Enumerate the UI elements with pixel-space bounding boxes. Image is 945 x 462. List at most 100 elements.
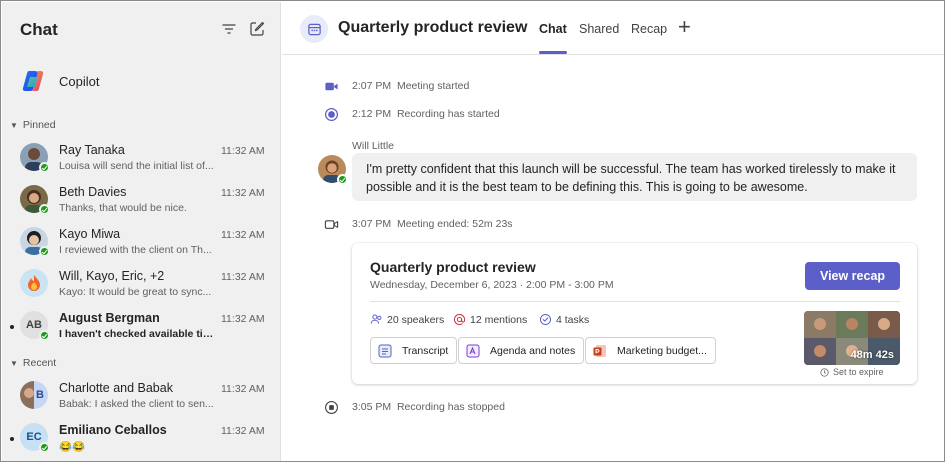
divider <box>370 301 900 302</box>
chat-item-time: 11:32 AM <box>221 187 265 199</box>
video-camera-icon <box>322 77 340 95</box>
message-bubble[interactable]: I'm pretty confident that this launch wi… <box>352 153 917 201</box>
message-line: I'm pretty confident that this launch wi… <box>366 162 896 176</box>
recap-title: Quarterly product review <box>370 259 536 275</box>
transcript-chip[interactable]: Transcript <box>370 337 458 364</box>
avatar <box>20 227 50 257</box>
presence-available-icon <box>39 330 50 341</box>
chat-item-name: Kayo Miwa <box>59 227 121 241</box>
task-check-icon <box>539 313 552 326</box>
meeting-header: Quarterly product review Chat Shared Rec… <box>282 2 944 55</box>
message-line: possible and it is the best team to be d… <box>366 180 808 194</box>
chat-item-name: Will, Kayo, Eric, +2 <box>59 269 165 283</box>
agenda-notes-chip[interactable]: Agenda and notes <box>458 337 585 364</box>
clock-icon <box>820 367 829 377</box>
chat-item-group[interactable]: Will, Kayo, Eric, +2 Kayo: It would be g… <box>2 265 281 307</box>
video-camera-outline-icon <box>322 215 340 233</box>
chat-item-preview: I reviewed with the client on Th... <box>59 244 212 256</box>
copilot-label: Copilot <box>59 74 100 89</box>
recording-thumbnail[interactable]: 48m 42s <box>804 311 900 365</box>
people-icon <box>370 314 382 324</box>
chat-item-august-bergman[interactable]: AB August Bergman I haven't checked avai… <box>2 307 281 349</box>
chat-item-preview: Louisa will send the initial list of... <box>59 160 214 172</box>
presence-available-icon <box>39 162 50 173</box>
recording-duration: 48m 42s <box>850 349 894 361</box>
speakers-stat[interactable]: 20 speakers <box>370 313 444 326</box>
transcript-icon <box>378 344 392 357</box>
group-avatar-icon <box>20 269 48 297</box>
chat-item-preview: Thanks, that would be nice. <box>59 202 187 214</box>
tasks-stat[interactable]: 4 tasks <box>539 313 589 326</box>
presence-available-icon <box>39 204 50 215</box>
caret-down-icon: ▼ <box>10 359 18 368</box>
event-text: 3:05 PM Recording has stopped <box>352 401 505 413</box>
chat-item-preview: I haven't checked available tim... <box>59 328 214 340</box>
sidebar-header: Chat <box>2 2 281 56</box>
tab-shared[interactable]: Shared <box>579 22 619 36</box>
record-icon <box>322 105 340 123</box>
view-recap-button[interactable]: View recap <box>805 262 900 290</box>
filter-icon[interactable] <box>220 20 238 38</box>
presence-available-icon <box>39 442 50 453</box>
copilot-item[interactable]: Copilot <box>2 62 281 102</box>
caret-down-icon: ▼ <box>10 121 18 130</box>
pinned-label: Pinned <box>22 119 56 131</box>
chat-item-preview: 😂😂 <box>59 441 86 453</box>
chat-item-name: Beth Davies <box>59 185 127 199</box>
chat-item-time: 11:32 AM <box>221 383 265 395</box>
recent-section-header[interactable]: ▼ Recent <box>10 357 56 369</box>
chat-item-emiliano-ceballos[interactable]: EC Emiliano Ceballos 😂😂 11:32 AM <box>2 419 281 461</box>
chat-item-preview: Kayo: It would be great to sync... <box>59 286 212 298</box>
unread-indicator <box>10 325 14 329</box>
event-text: 2:12 PM Recording has started <box>352 108 500 120</box>
calendar-icon <box>300 15 328 43</box>
chat-item-time: 11:32 AM <box>221 425 265 437</box>
expire-notice: Set to expire <box>820 367 884 377</box>
chat-item-name: Ray Tanaka <box>59 143 125 157</box>
avatar: B <box>20 381 48 409</box>
new-chat-icon[interactable] <box>248 20 266 38</box>
stop-record-icon <box>322 398 340 416</box>
recent-label: Recent <box>22 357 57 369</box>
message-author: Will Little <box>352 140 395 152</box>
powerpoint-icon <box>593 344 606 357</box>
chat-item-time: 11:32 AM <box>221 271 265 283</box>
chat-item-time: 11:32 AM <box>221 145 265 157</box>
loop-notes-icon <box>466 344 480 357</box>
copilot-logo-icon <box>20 68 46 94</box>
mentions-stat[interactable]: 12 mentions <box>453 313 527 326</box>
pinned-section-header[interactable]: ▼ Pinned <box>10 119 56 131</box>
avatar: AB <box>20 311 50 341</box>
avatar <box>20 143 50 173</box>
event-text: 2:07 PM Meeting started <box>352 80 470 92</box>
chat-item-ray-tanaka[interactable]: Ray Tanaka Louisa will send the initial … <box>2 139 281 181</box>
avatar <box>318 155 348 185</box>
avatar: EC <box>20 423 50 453</box>
recap-date: Wednesday, December 6, 2023 · 2:00 PM - … <box>370 279 614 291</box>
add-tab-button[interactable]: + <box>678 16 691 38</box>
mention-icon <box>453 313 466 326</box>
chat-main-pane: Quarterly product review Chat Shared Rec… <box>282 2 944 461</box>
presence-available-icon <box>337 174 348 185</box>
chat-item-beth-davies[interactable]: Beth Davies Thanks, that would be nice. … <box>2 181 281 223</box>
chat-item-preview: Babak: I asked the client to sen... <box>59 398 214 410</box>
meeting-title: Quarterly product review <box>338 19 528 36</box>
chat-item-charlotte-babak[interactable]: B Charlotte and Babak Babak: I asked the… <box>2 377 281 419</box>
active-tab-indicator <box>539 51 567 54</box>
presence-available-icon <box>39 246 50 257</box>
sidebar-title: Chat <box>20 20 58 39</box>
tab-chat[interactable]: Chat <box>539 22 567 36</box>
meeting-recap-card: Quarterly product review Wednesday, Dece… <box>352 243 917 384</box>
tab-recap[interactable]: Recap <box>631 22 667 36</box>
app-window: Chat Copilot ▼ Pinned Ray Tanaka Louisa … <box>0 0 945 462</box>
avatar <box>20 269 48 297</box>
chat-item-time: 11:32 AM <box>221 229 265 241</box>
chat-item-name: Charlotte and Babak <box>59 381 173 395</box>
avatar <box>20 185 50 215</box>
chat-item-time: 11:32 AM <box>221 313 265 325</box>
chat-item-kayo-miwa[interactable]: Kayo Miwa I reviewed with the client on … <box>2 223 281 265</box>
chat-sidebar: Chat Copilot ▼ Pinned Ray Tanaka Louisa … <box>2 2 281 461</box>
marketing-budget-chip[interactable]: Marketing budget... <box>585 337 716 364</box>
chat-item-name: August Bergman <box>59 311 160 325</box>
event-text: 3:07 PM Meeting ended: 52m 23s <box>352 218 513 230</box>
